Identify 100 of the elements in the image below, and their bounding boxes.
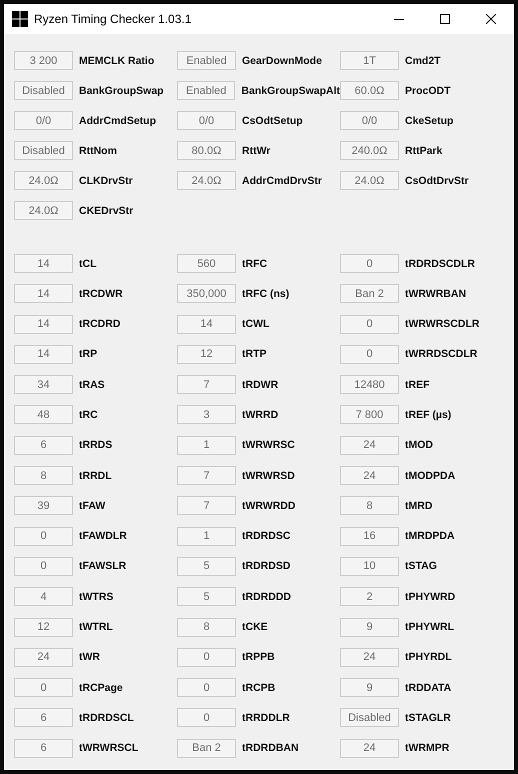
value-field[interactable]: 24 (14, 648, 73, 667)
setting-label: tPHYRDL (405, 651, 452, 664)
value-field[interactable]: 9 (340, 678, 399, 698)
value-field[interactable]: 5 (177, 556, 236, 576)
setting-label: tRP (79, 348, 98, 360)
setting-label: tREF (405, 378, 430, 391)
value-field[interactable]: Enabled (177, 51, 236, 70)
value-field[interactable]: 24 (340, 436, 399, 455)
value-field[interactable]: 1 (177, 436, 236, 455)
setting-label: tWRWRDD (242, 500, 296, 512)
value-field[interactable]: 2 (340, 587, 399, 606)
setting-label: tRC (79, 408, 98, 421)
setting-label: Cmd2T (405, 54, 441, 66)
setting-label: tWRRDSCDLR (405, 348, 478, 360)
setting-label: tFAWDLR (79, 530, 127, 542)
value-field[interactable]: 14 (14, 284, 73, 304)
setting-label: tRRDS (79, 439, 112, 452)
value-field[interactable]: 560 (177, 254, 236, 273)
value-field[interactable]: 14 (14, 254, 73, 273)
value-field[interactable]: 9 (340, 618, 399, 637)
setting-label: tRRDDLR (242, 712, 290, 724)
value-field[interactable]: 24.0Ω (14, 201, 73, 220)
setting-label: tRDRDSC (242, 530, 290, 542)
setting-label: tRDRDBAN (242, 742, 299, 754)
value-field[interactable]: 48 (14, 405, 73, 424)
value-field[interactable]: 12480 (340, 375, 399, 394)
setting-label: tWRWRSD (242, 470, 295, 482)
setting-label: tRFC (ns) (242, 288, 290, 300)
value-field[interactable]: 7 (177, 375, 236, 394)
value-field[interactable]: 0/0 (340, 111, 399, 130)
setting-label: tWRWRSC (242, 439, 295, 452)
value-field[interactable]: 14 (14, 344, 73, 364)
value-field[interactable]: 0 (340, 344, 399, 364)
value-field[interactable]: 0/0 (14, 111, 73, 130)
value-field[interactable]: Ban 2 (340, 284, 399, 304)
value-field[interactable]: 80.0Ω (177, 141, 236, 160)
value-field[interactable]: Disabled (14, 141, 73, 160)
value-field[interactable]: 6 (14, 738, 73, 758)
value-field[interactable]: 1T (340, 51, 399, 70)
setting-label: tCWL (242, 318, 270, 330)
value-field[interactable]: 8 (177, 618, 236, 637)
value-field[interactable]: 14 (14, 314, 73, 334)
value-field[interactable]: 24.0Ω (177, 171, 236, 190)
value-field[interactable]: 0 (14, 526, 73, 546)
value-field[interactable]: 3 200 (14, 51, 73, 70)
setting-label: CkeSetup (405, 114, 454, 126)
setting-label: tRDWR (242, 378, 278, 391)
value-field[interactable]: 10 (340, 556, 399, 576)
value-field[interactable]: 6 (14, 436, 73, 455)
value-field[interactable]: 5 (177, 587, 236, 606)
value-field[interactable]: 0 (177, 708, 236, 728)
value-field[interactable]: Enabled (177, 81, 236, 100)
maximize-icon (440, 14, 450, 24)
value-field[interactable]: 4 (14, 587, 73, 606)
value-field[interactable]: 0 (14, 556, 73, 576)
value-field[interactable]: 24.0Ω (14, 171, 73, 190)
setting-label: ProcODT (405, 84, 451, 96)
setting-label: AddrCmdDrvStr (242, 174, 322, 186)
value-field[interactable]: 34 (14, 375, 73, 394)
value-field[interactable]: 0 (177, 678, 236, 698)
value-field[interactable]: 240.0Ω (340, 141, 399, 160)
setting-label: tRPPB (242, 651, 275, 664)
value-field[interactable]: 24 (340, 648, 399, 667)
value-field[interactable]: 8 (14, 466, 73, 486)
value-field[interactable]: 12 (14, 618, 73, 637)
setting-label: tRCDRD (79, 318, 120, 330)
value-field[interactable]: Ban 2 (177, 738, 236, 758)
value-field[interactable]: 0/0 (177, 111, 236, 130)
value-field[interactable]: 1 (177, 526, 236, 546)
setting-label: RttPark (405, 144, 442, 156)
value-field[interactable]: 24 (340, 738, 399, 758)
value-field[interactable]: 16 (340, 526, 399, 546)
value-field[interactable]: 3 (177, 405, 236, 424)
value-field[interactable]: 350,000 (177, 284, 236, 304)
setting-label: tWRWRSCDLR (405, 318, 480, 330)
value-field[interactable]: 7 (177, 466, 236, 486)
minimize-icon (394, 18, 404, 20)
value-field[interactable]: Disabled (14, 81, 73, 100)
value-field[interactable]: 12 (177, 344, 236, 364)
value-field[interactable]: 60.0Ω (340, 81, 399, 100)
value-field[interactable]: 39 (14, 496, 73, 516)
value-field[interactable]: 0 (14, 678, 73, 698)
setting-label: CKEDrvStr (79, 204, 134, 216)
value-field[interactable]: 7 (177, 496, 236, 516)
setting-label: CsOdtSetup (242, 114, 303, 126)
setting-label: tMODPDA (405, 470, 456, 482)
setting-label: tRCDWR (79, 288, 123, 300)
value-field[interactable]: 6 (14, 708, 73, 728)
value-field[interactable]: 7 800 (340, 405, 399, 424)
value-field[interactable]: 24 (340, 466, 399, 486)
value-field[interactable]: 0 (340, 254, 399, 273)
setting-label: CLKDrvStr (79, 174, 133, 186)
value-field[interactable]: 0 (340, 314, 399, 334)
setting-label: RttNom (79, 144, 117, 156)
value-field[interactable]: 14 (177, 314, 236, 334)
value-field[interactable]: 0 (177, 648, 236, 667)
value-field[interactable]: Disabled (340, 708, 399, 728)
value-field[interactable]: 8 (340, 496, 399, 516)
value-field[interactable]: 24.0Ω (340, 171, 399, 190)
setting-label: tREF (µs) (405, 408, 452, 421)
